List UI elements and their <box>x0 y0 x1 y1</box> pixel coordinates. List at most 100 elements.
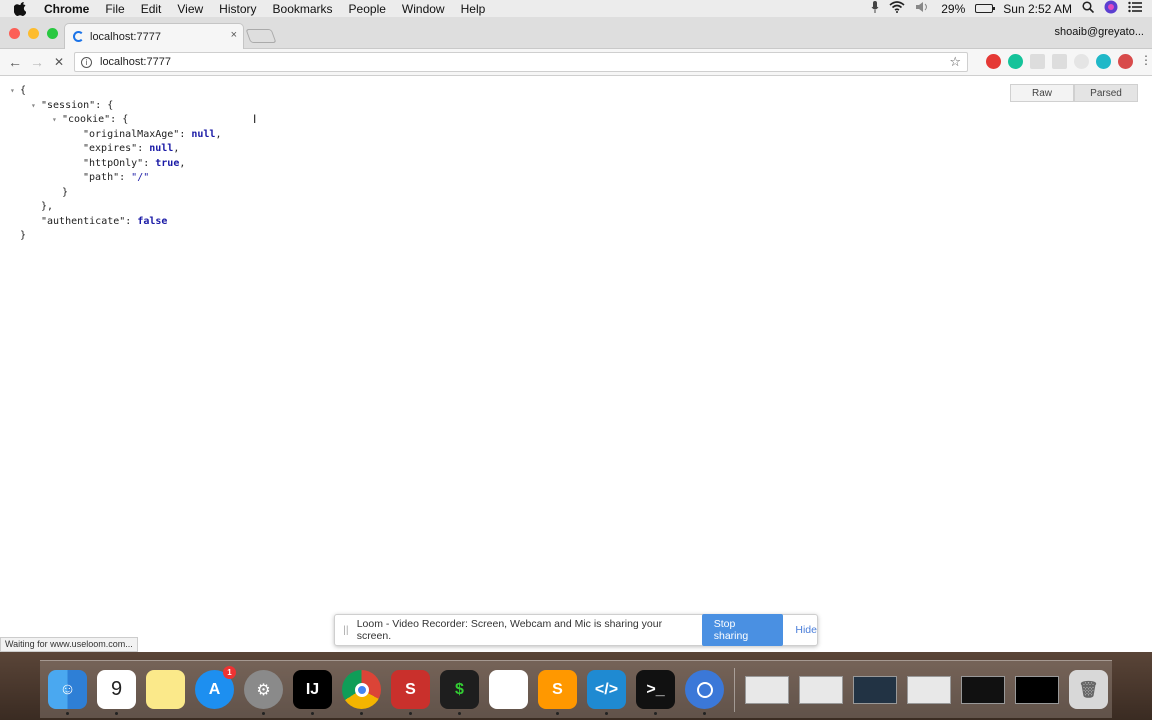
dock: ☺ 9 A1 ⚙ IJ S $ S </> >_ 🗑 <box>40 660 1112 718</box>
forward-arrow-icon[interactable]: → <box>26 54 48 70</box>
browser-toolbar: ← → ✕ i localhost:7777 ☆ ⋮ <box>0 49 1152 76</box>
vscode-icon[interactable]: </> <box>587 670 626 715</box>
menu-file[interactable]: File <box>105 2 124 16</box>
browser-window: localhost:7777 × shoaib@greyato... ← → ✕… <box>0 17 1152 652</box>
sublime-text-icon[interactable]: S <box>538 670 577 715</box>
back-arrow-icon[interactable]: ← <box>4 54 26 70</box>
menu-help[interactable]: Help <box>461 2 486 16</box>
siri-icon[interactable] <box>1104 0 1118 17</box>
wifi-icon[interactable] <box>889 1 905 16</box>
collapse-toggle-icon[interactable]: ▾ <box>52 113 62 128</box>
site-info-icon[interactable]: i <box>81 56 92 68</box>
menu-history[interactable]: History <box>219 2 256 16</box>
profile-name[interactable]: shoaib@greyato... <box>1055 26 1144 38</box>
tab-localhost[interactable]: localhost:7777 × <box>64 23 244 49</box>
json-punctuation: : <box>143 157 156 169</box>
json-viewer: ▾{▾ "session": {▾ "cookie": {"originalMaxA… <box>10 84 222 244</box>
json-punctuation: } <box>20 230 27 241</box>
collapse-toggle-icon[interactable]: ▾ <box>10 84 20 99</box>
finder-icon[interactable]: ☺ <box>48 670 87 715</box>
minimized-window-thumbnail[interactable] <box>745 675 789 704</box>
clock[interactable]: Sun 2:52 AM <box>1003 2 1072 16</box>
chrome-icon[interactable] <box>342 670 381 715</box>
menu-view[interactable]: View <box>177 2 203 16</box>
json-value: null <box>149 143 174 154</box>
json-line: ▾{ <box>10 84 222 99</box>
grammarly-extension-icon[interactable] <box>1008 54 1023 69</box>
menu-window[interactable]: Window <box>402 2 445 16</box>
menu-bar: Chrome File Edit View History Bookmarks … <box>0 0 1152 17</box>
json-line: } <box>10 186 222 201</box>
minimized-window-thumbnail[interactable] <box>961 675 1005 704</box>
trash-icon[interactable]: 🗑 <box>1069 670 1108 709</box>
tab-strip: localhost:7777 × shoaib@greyato... <box>0 17 1152 49</box>
minimize-window-button[interactable] <box>28 28 39 39</box>
minimized-window-thumbnail[interactable] <box>1015 675 1059 704</box>
new-tab-button[interactable] <box>245 29 277 43</box>
app-store-badge: 1 <box>223 666 236 679</box>
json-key: "httpOnly" <box>83 157 144 169</box>
json-key: "originalMaxAge" <box>83 128 180 140</box>
json-line: ▾ "session": { <box>10 99 222 114</box>
sublime-s-icon[interactable]: S <box>391 670 430 715</box>
reminders-icon[interactable] <box>489 670 528 709</box>
json-key: "authenticate" <box>41 215 126 227</box>
loom-extension-icon[interactable] <box>1118 54 1133 69</box>
collapse-toggle-icon[interactable]: ▾ <box>31 99 41 114</box>
calendar-day: 9 <box>110 678 123 700</box>
terminal-2-icon[interactable]: >_ <box>636 670 675 715</box>
volume-icon[interactable] <box>915 1 931 16</box>
raw-button[interactable]: Raw <box>1010 84 1074 102</box>
battery-icon[interactable] <box>975 4 996 13</box>
address-bar[interactable]: i localhost:7777 ☆ <box>74 52 968 72</box>
opera-extension-icon[interactable] <box>986 54 1001 69</box>
apple-icon[interactable] <box>14 1 30 16</box>
json-line: } <box>10 229 222 244</box>
json-value: null <box>191 128 216 140</box>
minimized-window-thumbnail[interactable] <box>799 675 843 704</box>
hide-button[interactable]: Hide <box>795 624 817 636</box>
app-store-icon[interactable]: A1 <box>195 666 236 709</box>
extension-icon[interactable] <box>1052 54 1067 69</box>
json-value: "/" <box>131 172 150 183</box>
terminal-icon[interactable]: $ <box>440 670 479 715</box>
menu-edit[interactable]: Edit <box>141 2 162 16</box>
parsed-button[interactable]: Parsed <box>1074 84 1138 102</box>
microphone-icon[interactable] <box>871 1 879 16</box>
extension-icon[interactable] <box>1030 54 1045 69</box>
drag-handle-icon[interactable]: || <box>339 624 353 636</box>
menu-people[interactable]: People <box>349 2 386 16</box>
json-punctuation: : <box>119 172 132 183</box>
close-window-button[interactable] <box>9 28 20 39</box>
intellij-icon[interactable]: IJ <box>293 670 332 715</box>
sharing-message: Loom - Video Recorder: Screen, Webcam an… <box>356 618 663 642</box>
json-line: "expires": null, <box>10 142 222 157</box>
json-punctuation: : <box>125 215 138 227</box>
address-text[interactable]: localhost:7777 <box>100 56 171 68</box>
stop-loading-icon[interactable]: ✕ <box>48 55 70 69</box>
extension-icon[interactable] <box>1074 54 1089 69</box>
menu-bookmarks[interactable]: Bookmarks <box>273 2 333 16</box>
json-punctuation: , <box>179 157 186 169</box>
json-punctuation: : <box>179 128 192 140</box>
spotlight-search-icon[interactable] <box>1082 1 1095 16</box>
minimized-window-thumbnail[interactable] <box>907 675 951 704</box>
notification-center-icon[interactable] <box>1128 1 1142 16</box>
stop-sharing-button[interactable]: Stop sharing <box>701 614 784 646</box>
json-key: "session" <box>41 99 96 111</box>
system-preferences-icon[interactable]: ⚙ <box>244 670 283 715</box>
chrome-menu-icon[interactable]: ⋮ <box>1140 54 1152 69</box>
tab-close-icon[interactable]: × <box>231 29 237 41</box>
chrome-2-icon[interactable] <box>685 670 724 715</box>
json-line: ▾ "cookie": { <box>10 113 222 128</box>
calendar-icon[interactable]: 9 <box>97 670 136 715</box>
minimized-window-thumbnail[interactable] <box>853 675 897 704</box>
zoom-window-button[interactable] <box>47 28 58 39</box>
json-key: "path" <box>83 172 120 183</box>
menu-chrome[interactable]: Chrome <box>44 2 89 16</box>
notes-icon[interactable] <box>146 670 185 709</box>
json-key: "expires" <box>83 143 138 154</box>
window-controls <box>9 28 58 39</box>
bookmark-star-icon[interactable]: ☆ <box>949 54 961 70</box>
extension-icon[interactable] <box>1096 54 1111 69</box>
